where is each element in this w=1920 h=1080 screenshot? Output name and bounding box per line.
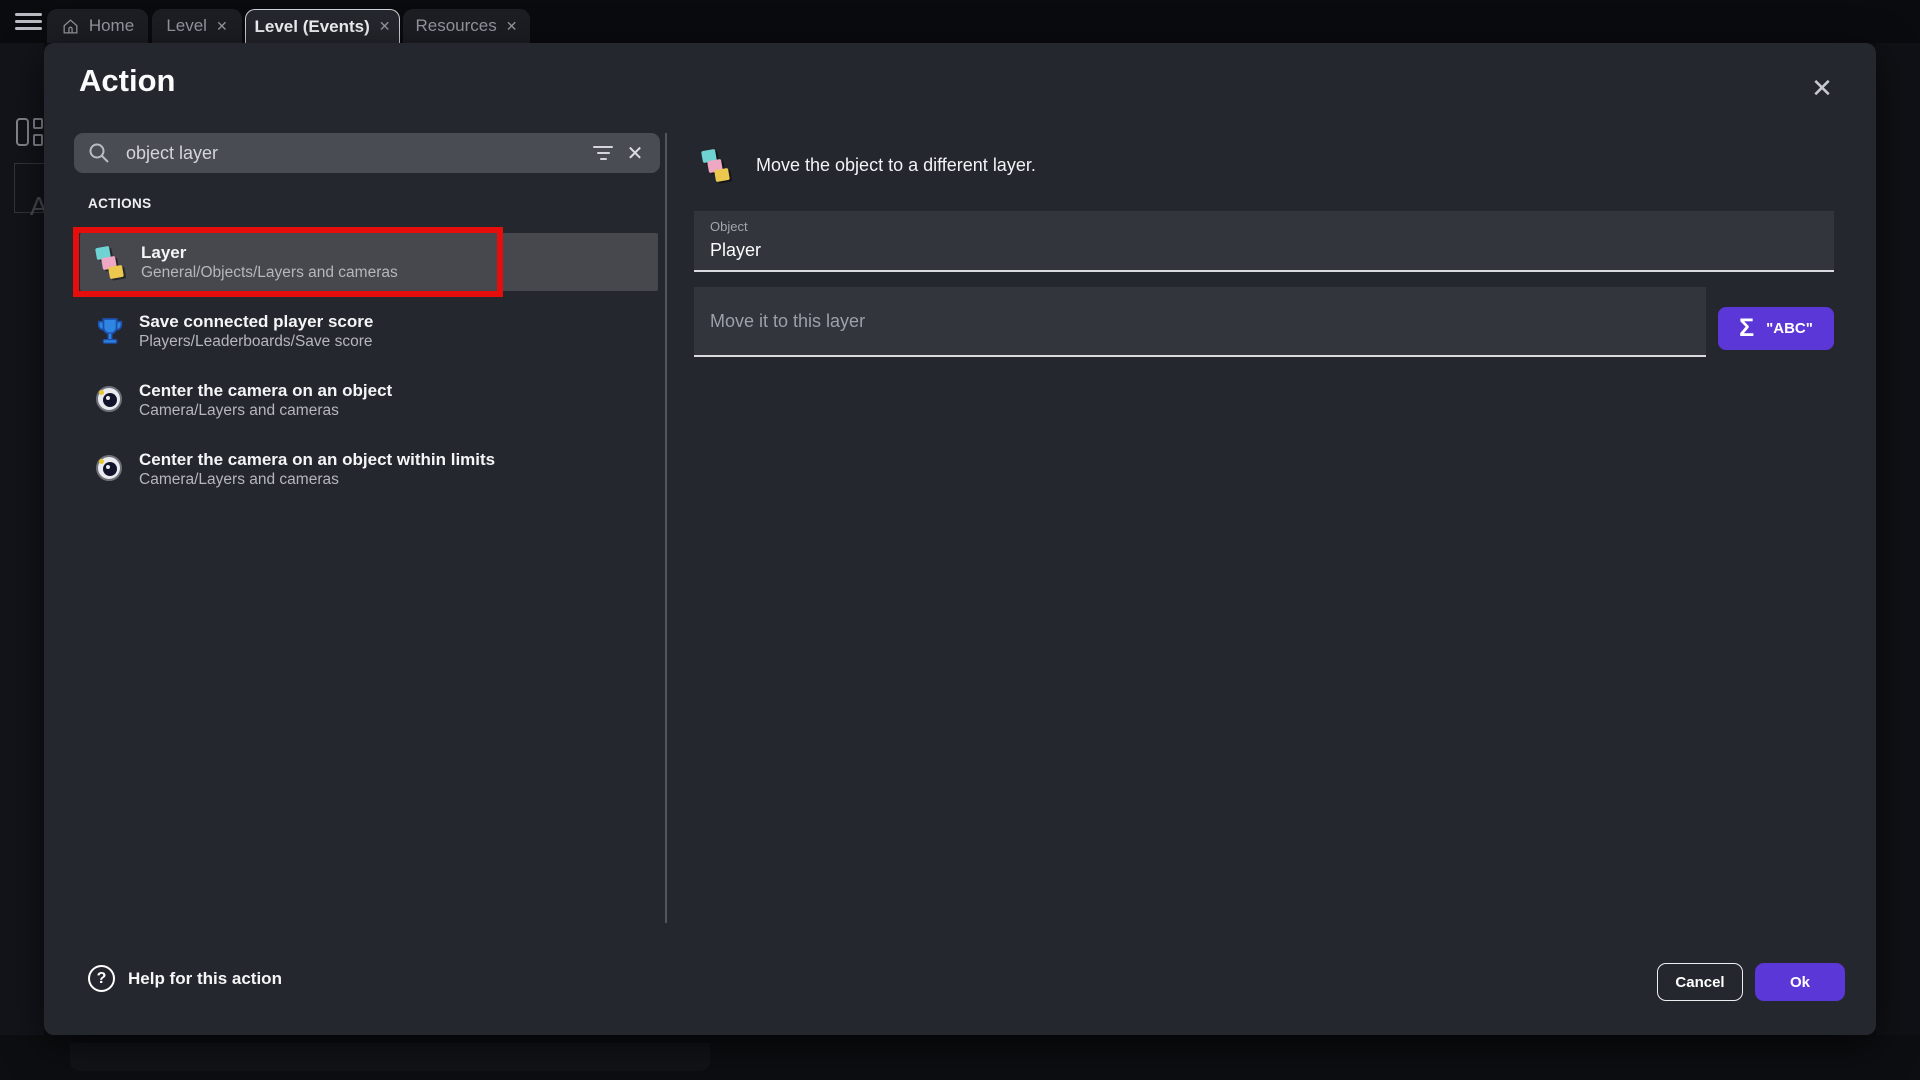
action-path: Camera/Layers and cameras [139,401,392,420]
action-row-save-score[interactable]: Save connected player score Players/Lead… [80,302,658,360]
hamburger-menu-icon[interactable] [15,13,42,31]
action-path: Camera/Layers and cameras [139,470,495,489]
webcam-icon [94,384,126,416]
layers-icon [94,245,128,279]
dialog-title: Action [79,63,175,99]
webcam-icon [94,453,126,485]
layers-icon [700,148,734,182]
help-label: Help for this action [128,969,282,989]
object-field-value: Player [710,240,1818,261]
sigma-icon: Σ [1739,316,1754,341]
action-row-layer[interactable]: Layer General/Objects/Layers and cameras [80,233,658,291]
app-top-bar: Home Level ✕ Level (Events) ✕ Resources … [0,0,1920,43]
action-path: General/Objects/Layers and cameras [141,263,398,282]
object-field-label: Object [710,219,1818,234]
dialog-close-button[interactable]: ✕ [1802,68,1842,108]
layer-input[interactable] [710,311,1690,332]
close-icon[interactable]: ✕ [216,18,228,35]
filter-icon [593,146,613,149]
background-panel-edge [70,1043,710,1071]
close-icon: ✕ [1811,73,1833,104]
tab-label: Resources [416,16,497,36]
search-icon [88,142,110,164]
expression-editor-button[interactable]: Σ "ABC" [1718,307,1834,350]
tab-label: Level [166,16,207,36]
clear-search-button[interactable]: ✕ [620,136,650,170]
action-search-bar: ✕ [74,133,660,173]
action-title: Center the camera on an object within li… [139,450,495,470]
cancel-button[interactable]: Cancel [1657,963,1743,1001]
tab-level-events[interactable]: Level (Events) ✕ [245,9,400,43]
trophy-icon [94,315,126,347]
panel-divider [665,133,667,923]
action-title: Save connected player score [139,312,373,332]
action-row-center-camera-limits[interactable]: Center the camera on an object within li… [80,440,658,498]
close-icon[interactable]: ✕ [506,18,518,35]
tab-home[interactable]: Home [47,9,148,43]
help-icon: ? [88,965,115,992]
tab-label: Home [89,16,134,36]
help-button[interactable]: ? Help for this action [88,965,282,992]
expression-button-label: "ABC" [1766,320,1813,337]
tab-label: Level (Events) [255,17,370,37]
layer-field [694,287,1706,357]
close-icon: ✕ [627,141,644,166]
search-input[interactable] [126,143,586,164]
ok-button[interactable]: Ok [1755,963,1845,1001]
object-field[interactable]: Object Player [694,211,1834,272]
tab-resources[interactable]: Resources ✕ [403,9,530,43]
tab-level[interactable]: Level ✕ [152,9,242,43]
actions-section-header: ACTIONS [88,196,152,211]
action-path: Players/Leaderboards/Save score [139,332,373,351]
close-icon[interactable]: ✕ [379,18,391,35]
action-description: Move the object to a different layer. [756,155,1036,176]
filter-button[interactable] [586,136,620,170]
action-row-center-camera[interactable]: Center the camera on an object Camera/La… [80,371,658,429]
background-left-strip: A [0,43,44,1035]
action-title: Center the camera on an object [139,381,392,401]
action-title: Layer [141,243,398,263]
background-right-strip: dd... [1876,43,1920,1035]
action-dialog: Action ✕ ✕ ACTIONS Layer General/Objects… [44,43,1876,1035]
home-icon [61,17,80,36]
